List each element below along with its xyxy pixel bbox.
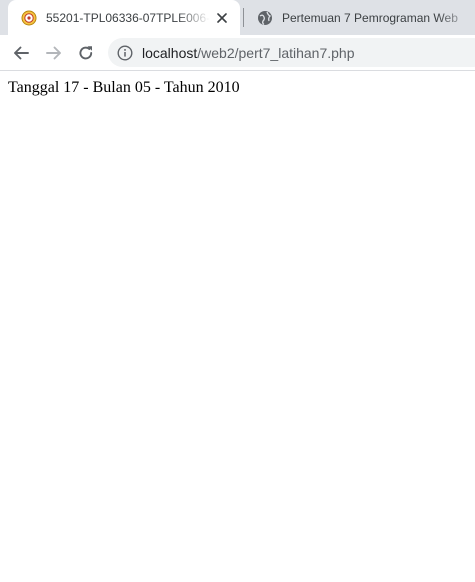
- forward-button[interactable]: [40, 39, 68, 67]
- close-icon[interactable]: [214, 10, 230, 26]
- browser-toolbar: localhost/web2/pert7_latihan7.php: [0, 35, 475, 71]
- tab-inactive[interactable]: Pertemuan 7 Pemrograman Web: [244, 0, 475, 35]
- tab-title: 55201-TPL06336-07TPLE006-20: [46, 10, 210, 25]
- tab-active[interactable]: 55201-TPL06336-07TPLE006-20: [8, 0, 240, 35]
- reload-icon: [79, 46, 93, 60]
- back-arrow-icon: [14, 46, 29, 60]
- address-bar[interactable]: localhost/web2/pert7_latihan7.php: [108, 38, 475, 67]
- url-path: /web2/pert7_latihan7.php: [197, 44, 355, 61]
- date-text: Tanggal 17 - Bulan 05 - Tahun 2010: [8, 79, 240, 96]
- page-content: Tanggal 17 - Bulan 05 - Tahun 2010: [0, 71, 475, 582]
- url-text[interactable]: localhost/web2/pert7_latihan7.php: [142, 45, 355, 61]
- reload-button[interactable]: [72, 39, 100, 67]
- tab-title: Pertemuan 7 Pemrograman Web: [282, 10, 458, 25]
- url-host: localhost: [142, 44, 198, 61]
- forward-arrow-icon: [46, 46, 61, 60]
- back-button[interactable]: [7, 39, 35, 67]
- tab-strip: 55201-TPL06336-07TPLE006-20 Pertemuan 7 …: [0, 0, 475, 35]
- university-logo-icon: [21, 10, 37, 25]
- info-icon[interactable]: [117, 44, 133, 61]
- globe-icon: [258, 10, 272, 25]
